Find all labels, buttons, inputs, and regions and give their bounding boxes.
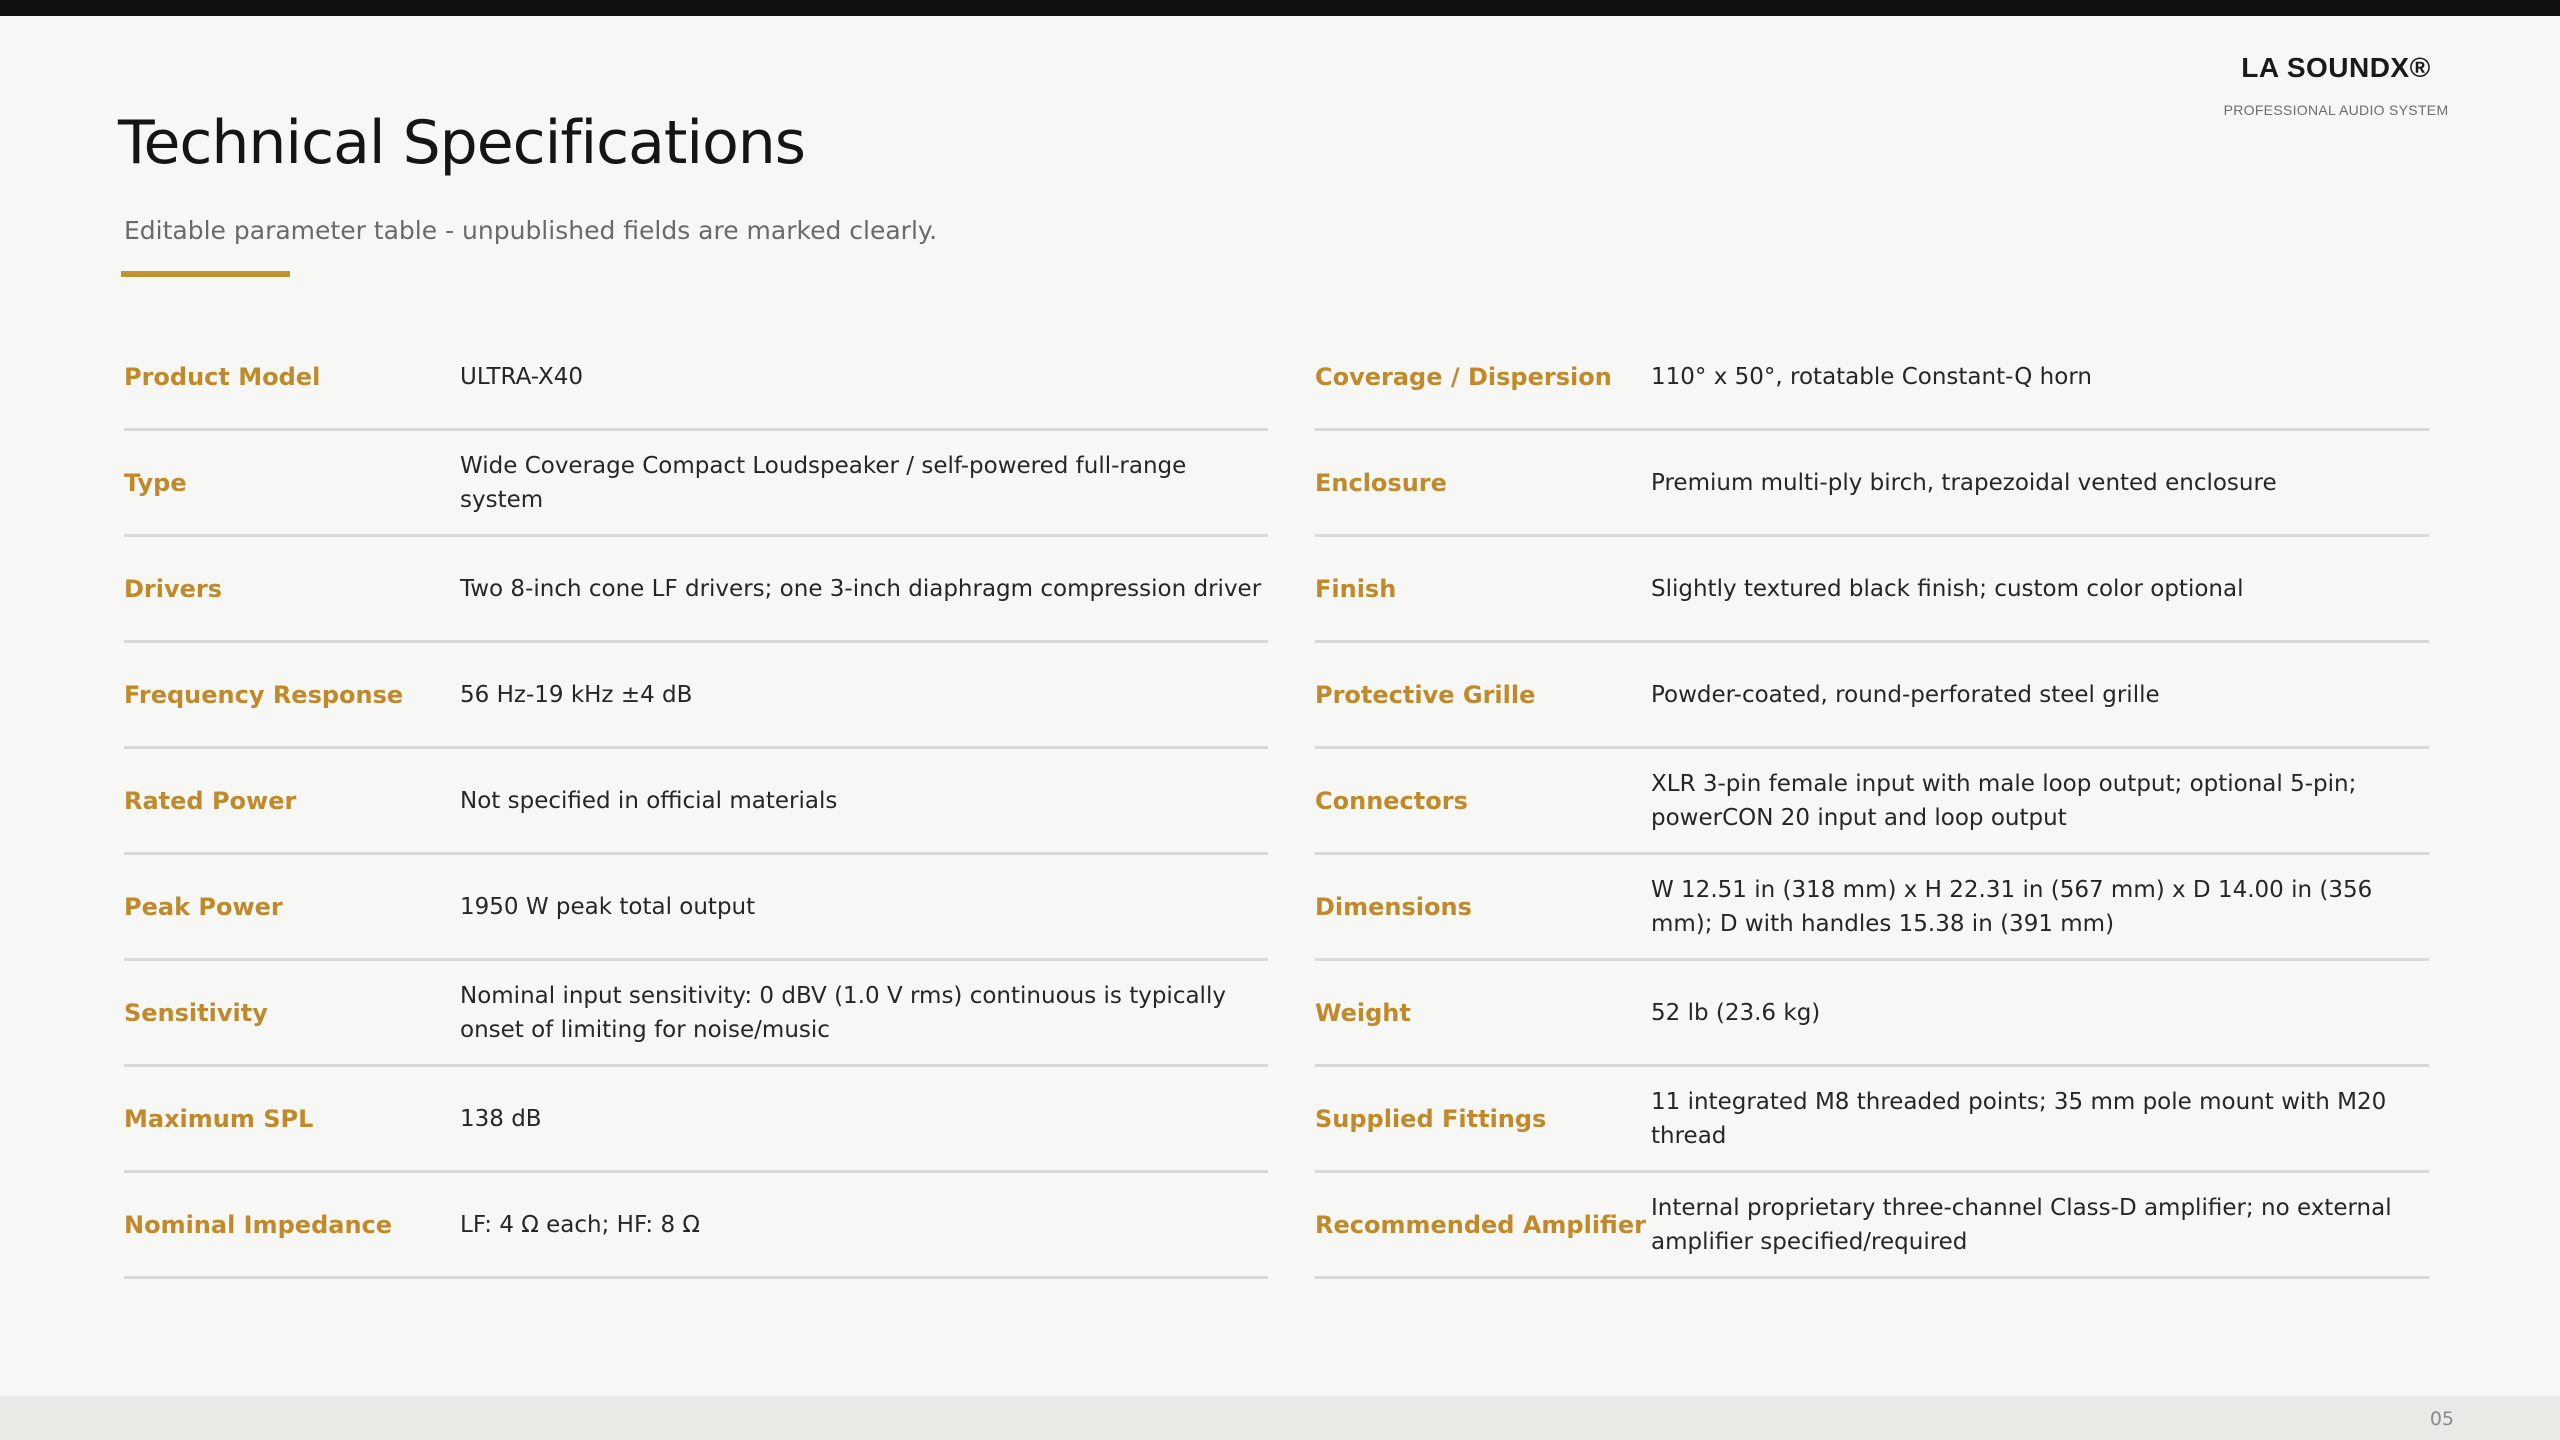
spec-value: LF: 4 Ω each; HF: 8 Ω (460, 1211, 700, 1238)
accent-rule (121, 271, 290, 277)
spec-value: ULTRA-X40 (460, 363, 583, 390)
spec-label: Product Model (124, 362, 321, 391)
spec-value: Wide Coverage Compact Loudspeaker / self… (460, 452, 1187, 513)
spec-value: Premium multi-ply birch, trapezoidal ven… (1651, 469, 2277, 496)
brand-logo: LA SOUNDX® PROFESSIONAL AUDIO SYSTEM (2216, 52, 2456, 118)
spec-row: Sensitivity Nominal input sensitivity: 0… (124, 961, 1268, 1067)
spec-row: Dimensions W 12.51 in (318 mm) x H 22.31… (1315, 855, 2429, 961)
spec-row: Connectors XLR 3-pin female input with m… (1315, 749, 2429, 855)
spec-label: Drivers (124, 574, 223, 603)
spec-row: Enclosure Premium multi-ply birch, trape… (1315, 431, 2429, 537)
spec-value: 138 dB (460, 1105, 542, 1132)
spec-label: Finish (1315, 574, 1397, 603)
spec-row: Frequency Response 56 Hz-19 kHz ±4 dB (124, 643, 1268, 749)
spec-row: Recommended Amplifier Internal proprieta… (1315, 1173, 2429, 1279)
spec-row: Maximum SPL 138 dB (124, 1067, 1268, 1173)
spec-label: Connectors (1315, 786, 1468, 815)
brand-tagline: PROFESSIONAL AUDIO SYSTEM (2223, 102, 2449, 118)
spec-label: Dimensions (1315, 892, 1472, 921)
spec-row: Peak Power 1950 W peak total output (124, 855, 1268, 961)
spec-row: Product Model ULTRA-X40 (124, 325, 1268, 431)
page-number: 05 (2429, 1408, 2454, 1430)
spec-label: Rated Power (124, 786, 297, 815)
spec-label: Maximum SPL (124, 1104, 314, 1133)
spec-label: Supplied Fittings (1315, 1104, 1547, 1133)
spec-column-left: Product Model ULTRA-X40 Type Wide Covera… (124, 325, 1268, 1279)
spec-value: Internal proprietary three-channel Class… (1651, 1194, 2392, 1255)
page-subtitle: Editable parameter table - unpublished f… (124, 216, 938, 245)
spec-value: W 12.51 in (318 mm) x H 22.31 in (567 mm… (1651, 876, 2373, 937)
spec-value: Slightly textured black finish; custom c… (1651, 575, 2244, 602)
spec-value: 11 integrated M8 threaded points; 35 mm … (1651, 1088, 2387, 1149)
spec-label: Nominal Impedance (124, 1210, 393, 1239)
spec-row: Supplied Fittings 11 integrated M8 threa… (1315, 1067, 2429, 1173)
top-bar (0, 0, 2560, 16)
spec-row: Type Wide Coverage Compact Loudspeaker /… (124, 431, 1268, 537)
spec-label: Protective Grille (1315, 680, 1536, 709)
spec-value: 1950 W peak total output (460, 893, 756, 920)
page-title: Technical Specifications (118, 108, 806, 178)
spec-label: Sensitivity (124, 998, 268, 1027)
spec-row: Finish Slightly textured black finish; c… (1315, 537, 2429, 643)
spec-column-right: Coverage / Dispersion 110° x 50°, rotata… (1315, 325, 2429, 1279)
spec-value: Not specified in official materials (460, 787, 838, 814)
spec-label: Recommended Amplifier (1315, 1210, 1646, 1239)
spec-row: Protective Grille Powder-coated, round-p… (1315, 643, 2429, 749)
spec-label: Peak Power (124, 892, 283, 921)
footer-bar (0, 1396, 2560, 1440)
spec-value: XLR 3-pin female input with male loop ou… (1651, 770, 2357, 831)
spec-row: Weight 52 lb (23.6 kg) (1315, 961, 2429, 1067)
spec-label: Weight (1315, 998, 1411, 1027)
spec-row: Nominal Impedance LF: 4 Ω each; HF: 8 Ω (124, 1173, 1268, 1279)
spec-value: 56 Hz-19 kHz ±4 dB (460, 681, 693, 708)
spec-label: Type (124, 468, 187, 497)
brand-name: LA SOUNDX® (2241, 52, 2431, 83)
spec-label: Enclosure (1315, 468, 1447, 497)
spec-label: Coverage / Dispersion (1315, 362, 1612, 391)
spec-row: Rated Power Not specified in official ma… (124, 749, 1268, 855)
spec-row: Drivers Two 8-inch cone LF drivers; one … (124, 537, 1268, 643)
spec-label: Frequency Response (124, 680, 404, 709)
spec-row: Coverage / Dispersion 110° x 50°, rotata… (1315, 325, 2429, 431)
spec-value: Nominal input sensitivity: 0 dBV (1.0 V … (460, 982, 1226, 1043)
spec-value: 52 lb (23.6 kg) (1651, 999, 1821, 1026)
spec-value: 110° x 50°, rotatable Constant-Q horn (1651, 363, 2092, 390)
spec-value: Powder-coated, round-perforated steel gr… (1651, 681, 2160, 708)
spec-value: Two 8-inch cone LF drivers; one 3-inch d… (460, 575, 1262, 602)
